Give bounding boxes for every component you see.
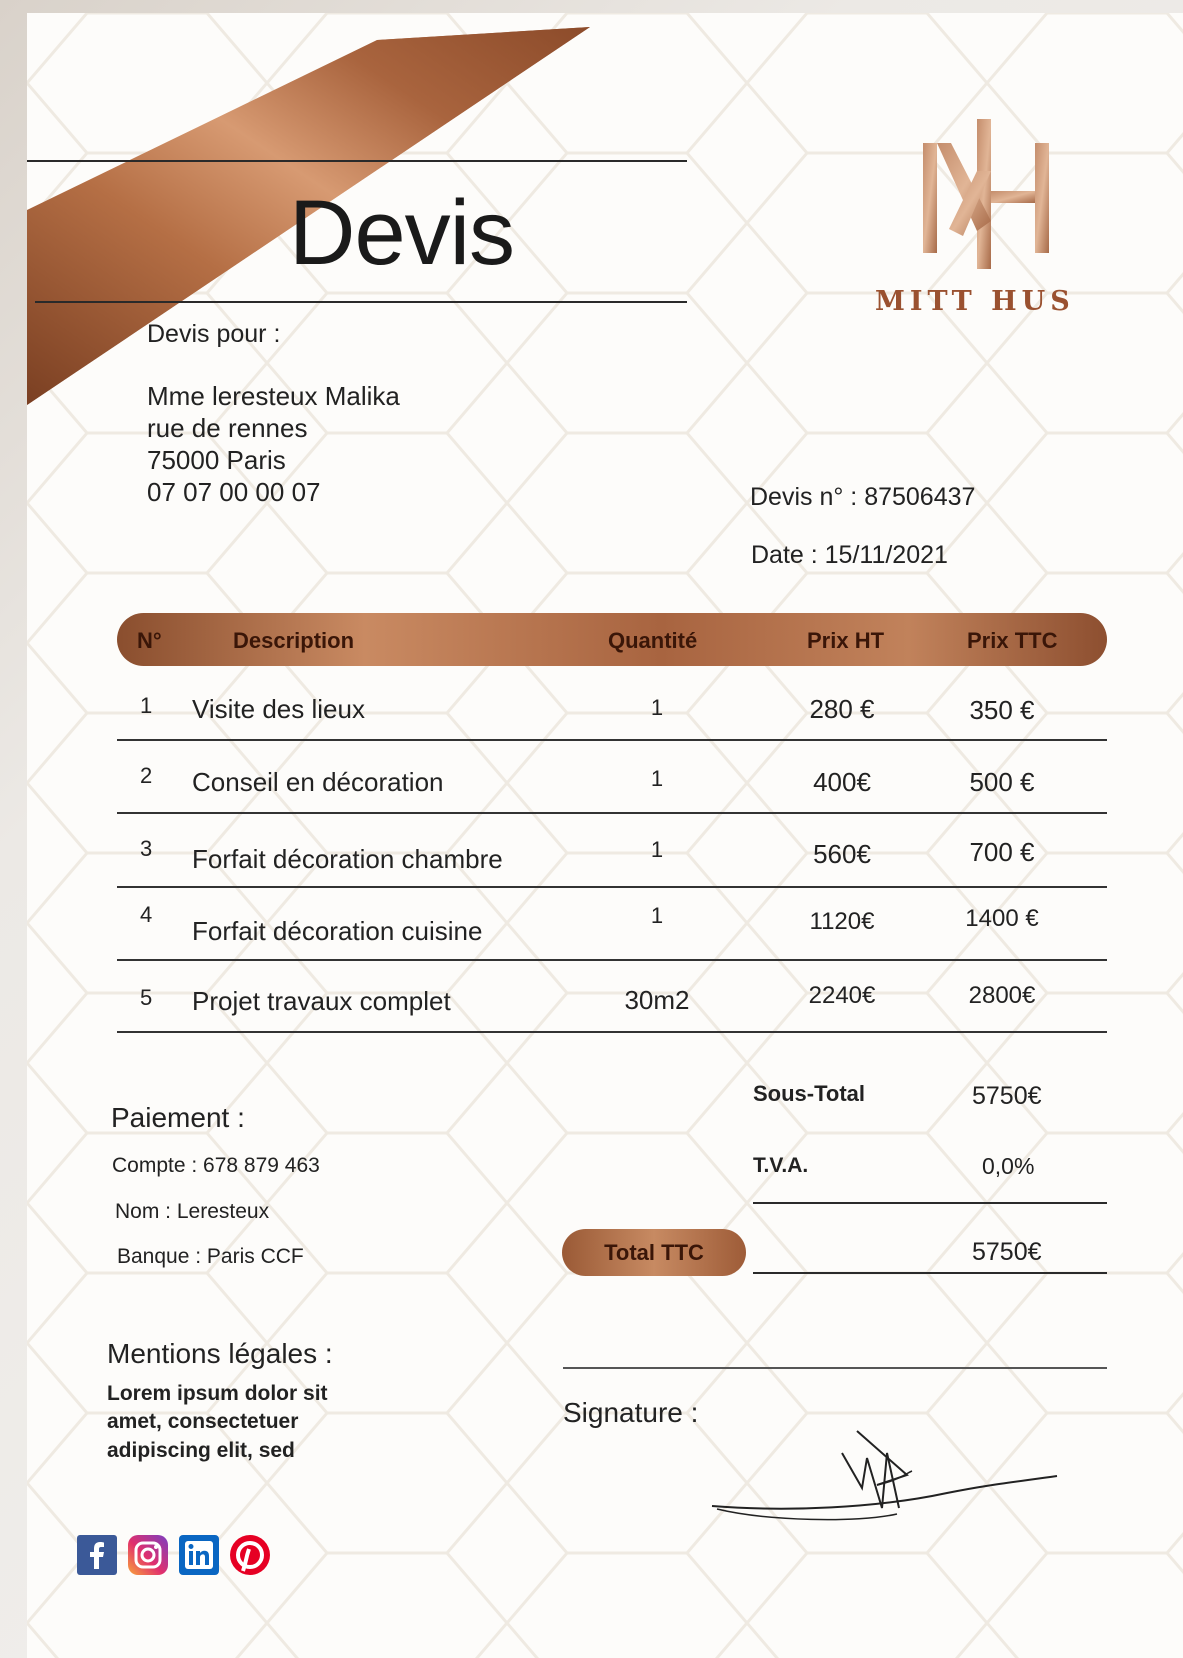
row-quantity: 30m2 [624,985,690,1015]
row-divider [117,739,1107,741]
tva-divider [753,1202,1107,1204]
tva-value: 0,0% [982,1153,1035,1179]
row-divider [117,1031,1107,1033]
row-quantity: 1 [650,695,664,720]
signature-rule [563,1367,1107,1369]
row-description: Forfait décoration chambre [192,844,503,874]
row-number: 3 [140,836,153,861]
linkedin-icon[interactable] [179,1535,219,1575]
total-ttc-value: 5750€ [972,1238,1042,1266]
quote-date: Date : 15/11/2021 [751,541,948,569]
payment-heading: Paiement : [111,1102,245,1133]
title-rule-bottom [35,301,687,303]
page-title: Devis [289,182,515,284]
legal-line-2: amet, consectetuer [107,1410,299,1433]
handwritten-signature [711,1430,1058,1521]
row-number: 1 [140,693,153,718]
legal-heading: Mentions légales : [107,1338,333,1369]
row-description: Forfait décoration cuisine [192,916,483,946]
instagram-icon[interactable] [128,1535,168,1575]
column-header-price-ht: Prix HT [807,628,885,653]
subtotal-value: 5750€ [972,1082,1042,1110]
client-name: Mme leresteux Malika [147,381,400,411]
row-divider [117,959,1107,961]
row-quantity: 1 [650,766,664,791]
signature-label: Signature : [563,1397,699,1428]
facebook-icon[interactable] [77,1535,117,1575]
pinterest-icon[interactable] [230,1535,270,1575]
column-header-number: N° [137,628,162,653]
row-number: 2 [140,763,153,788]
client-street: rue de rennes [147,413,308,443]
row-quantity: 1 [650,837,664,862]
payment-account: Compte : 678 879 463 [112,1154,320,1177]
title-rule-top [27,160,687,162]
row-price-ttc: 1400 € [965,905,1039,932]
payment-bank: Banque : Paris CCF [117,1245,304,1268]
client-heading: Devis pour : [147,320,281,348]
row-divider [117,886,1107,888]
total-divider [753,1272,1107,1274]
brand-name: MITT HUS [875,286,1075,317]
row-price-ttc: 500 € [969,767,1035,797]
row-description: Conseil en décoration [192,767,444,797]
client-phone: 07 07 00 00 07 [147,477,321,507]
row-description: Projet travaux complet [192,986,451,1016]
row-divider [117,812,1107,814]
row-price-ttc: 350 € [969,695,1035,725]
row-price-ttc: 2800€ [968,982,1036,1009]
column-header-price-ttc: Prix TTC [967,628,1058,653]
row-price-ht: 2240€ [808,982,876,1009]
total-ttc-label: Total TTC [604,1240,704,1265]
client-city: 75000 Paris [147,445,286,475]
quote-number: Devis n° : 87506437 [750,483,976,511]
row-price-ttc: 700 € [969,837,1035,867]
row-price-ht: 1120€ [809,908,875,935]
tva-label: T.V.A. [753,1154,809,1177]
legal-line-3: adipiscing elit, sed [107,1439,295,1462]
column-header-quantity: Quantité [608,628,698,653]
row-price-ht: 280 € [809,694,875,724]
row-number: 4 [140,902,153,927]
row-price-ht: 560€ [813,839,871,869]
row-price-ht: 400€ [813,767,871,797]
mitt-hus-logo-icon [923,119,1049,269]
row-description: Visite des lieux [192,694,365,724]
column-header-description: Description [233,628,355,653]
legal-line-1: Lorem ipsum dolor sit [107,1382,328,1405]
row-number: 5 [140,985,153,1010]
subtotal-label: Sous-Total [753,1081,866,1106]
quote-page: Devis MITT HUS Devis pour : Mme leresteu… [27,13,1183,1658]
payment-name: Nom : Leresteux [115,1200,270,1223]
row-quantity: 1 [650,903,664,928]
total-ttc-badge: Total TTC [562,1229,746,1276]
